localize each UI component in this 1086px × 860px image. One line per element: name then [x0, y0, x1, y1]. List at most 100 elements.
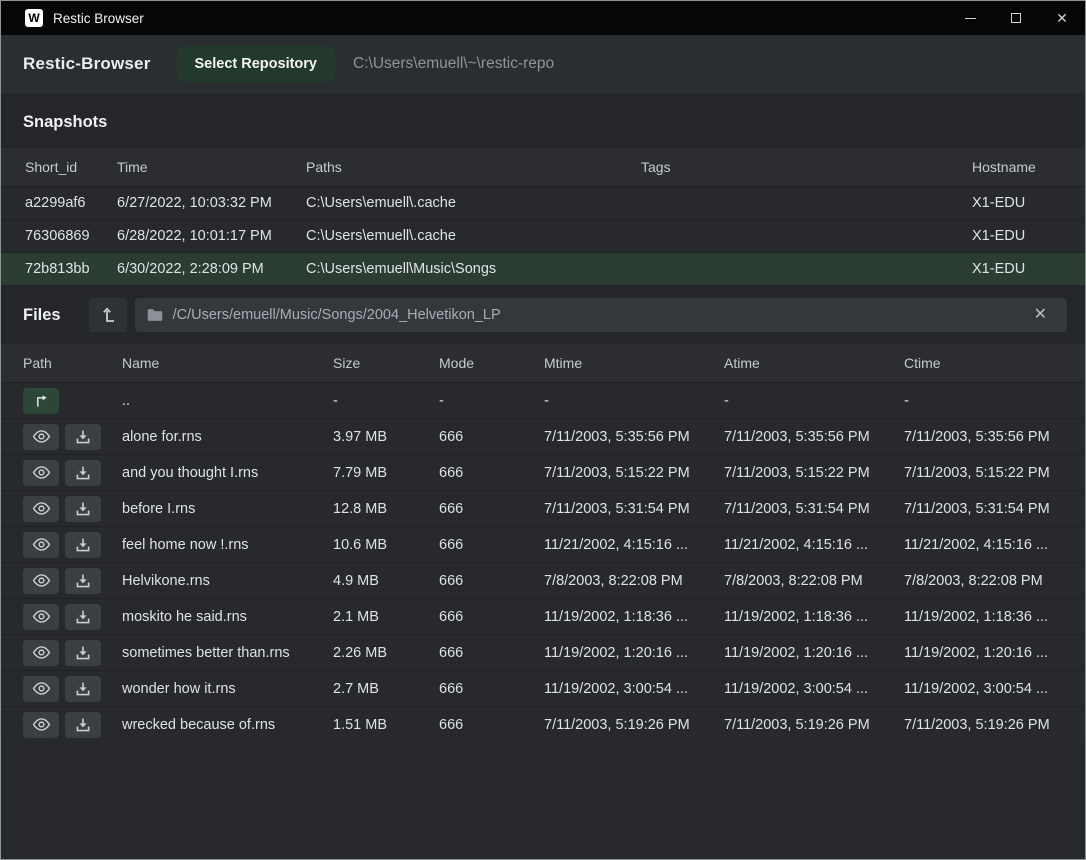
snapshot-time: 6/30/2022, 2:28:09 PM — [117, 261, 306, 277]
download-file-button[interactable] — [65, 424, 101, 450]
file-size: - — [333, 393, 439, 409]
files-col-mtime: Mtime — [544, 355, 724, 371]
snapshot-hostname: X1-EDU — [972, 261, 1085, 277]
close-button[interactable]: ✕ — [1039, 1, 1085, 35]
preview-file-button[interactable] — [23, 496, 59, 522]
file-row[interactable]: Helvikone.rns 4.9 MB 666 7/8/2003, 8:22:… — [1, 562, 1085, 598]
file-size: 10.6 MB — [333, 537, 439, 553]
file-mode: 666 — [439, 501, 544, 517]
go-parent-dir-button[interactable] — [23, 388, 59, 414]
file-mtime: 7/8/2003, 8:22:08 PM — [544, 573, 724, 589]
file-row[interactable]: wonder how it.rns 2.7 MB 666 11/19/2002,… — [1, 670, 1085, 706]
file-mode: 666 — [439, 609, 544, 625]
select-repository-button[interactable]: Select Repository — [177, 46, 336, 82]
file-mtime: 7/11/2003, 5:15:22 PM — [544, 465, 724, 481]
file-atime: 7/11/2003, 5:19:26 PM — [724, 717, 904, 733]
download-file-button[interactable] — [65, 532, 101, 558]
file-name: sometimes better than.rns — [122, 645, 333, 661]
preview-file-button[interactable] — [23, 712, 59, 738]
file-ctime: 11/19/2002, 1:18:36 ... — [904, 609, 1085, 625]
app-logo-icon: W — [25, 9, 43, 27]
download-file-button[interactable] — [65, 568, 101, 594]
file-row[interactable]: wrecked because of.rns 1.51 MB 666 7/11/… — [1, 706, 1085, 742]
download-file-button[interactable] — [65, 640, 101, 666]
file-atime: 11/21/2002, 4:15:16 ... — [724, 537, 904, 553]
clear-path-button[interactable]: ✕ — [1026, 305, 1055, 325]
current-path-text: /C/Users/emuell/Music/Songs/2004_Helveti… — [173, 307, 501, 323]
close-icon: ✕ — [1056, 11, 1068, 25]
file-row[interactable]: and you thought I.rns 7.79 MB 666 7/11/2… — [1, 454, 1085, 490]
preview-file-button[interactable] — [23, 604, 59, 630]
file-ctime: 11/19/2002, 1:20:16 ... — [904, 645, 1085, 661]
file-row-parent[interactable]: .. - - - - - — [1, 382, 1085, 418]
download-icon — [75, 465, 91, 481]
file-row[interactable]: sometimes better than.rns 2.26 MB 666 11… — [1, 634, 1085, 670]
file-row[interactable]: before I.rns 12.8 MB 666 7/11/2003, 5:31… — [1, 490, 1085, 526]
files-col-atime: Atime — [724, 355, 904, 371]
snapshots-col-time: Time — [117, 159, 306, 175]
file-ctime: 7/11/2003, 5:35:56 PM — [904, 429, 1085, 445]
empty-area — [1, 742, 1085, 859]
snapshot-row[interactable]: 76306869 6/28/2022, 10:01:17 PM C:\Users… — [1, 219, 1085, 252]
maximize-button[interactable] — [993, 1, 1039, 35]
file-mode: 666 — [439, 573, 544, 589]
snapshot-row[interactable]: 72b813bb 6/30/2022, 2:28:09 PM C:\Users\… — [1, 252, 1085, 285]
eye-icon — [32, 681, 51, 696]
file-mode: 666 — [439, 681, 544, 697]
file-name: Helvikone.rns — [122, 573, 333, 589]
file-ctime: - — [904, 393, 1085, 409]
window-title: Restic Browser — [53, 11, 144, 26]
file-ctime: 11/19/2002, 3:00:54 ... — [904, 681, 1085, 697]
file-name: wrecked because of.rns — [122, 717, 333, 733]
preview-file-button[interactable] — [23, 568, 59, 594]
preview-file-button[interactable] — [23, 424, 59, 450]
maximize-icon — [1011, 13, 1021, 23]
file-mtime: 7/11/2003, 5:31:54 PM — [544, 501, 724, 517]
preview-file-button[interactable] — [23, 640, 59, 666]
snapshot-paths: C:\Users\emuell\.cache — [306, 195, 641, 211]
download-icon — [75, 609, 91, 625]
current-path-bar[interactable]: /C/Users/emuell/Music/Songs/2004_Helveti… — [135, 298, 1067, 332]
preview-file-button[interactable] — [23, 676, 59, 702]
download-file-button[interactable] — [65, 712, 101, 738]
app-window: W Restic Browser ✕ Restic-Browser Select… — [0, 0, 1086, 860]
file-size: 7.79 MB — [333, 465, 439, 481]
file-row[interactable]: feel home now !.rns 10.6 MB 666 11/21/20… — [1, 526, 1085, 562]
snapshot-hostname: X1-EDU — [972, 228, 1085, 244]
snapshot-short-id: a2299af6 — [25, 195, 117, 211]
snapshots-col-tags: Tags — [641, 159, 972, 175]
download-icon — [75, 537, 91, 553]
file-ctime: 7/11/2003, 5:15:22 PM — [904, 465, 1085, 481]
file-atime: 11/19/2002, 1:18:36 ... — [724, 609, 904, 625]
snapshots-col-paths: Paths — [306, 159, 641, 175]
preview-file-button[interactable] — [23, 532, 59, 558]
up-level-icon — [98, 305, 118, 325]
file-mtime: 11/21/2002, 4:15:16 ... — [544, 537, 724, 553]
snapshot-row[interactable]: a2299af6 6/27/2022, 10:03:32 PM C:\Users… — [1, 186, 1085, 219]
app-name: Restic-Browser — [23, 54, 151, 74]
file-mode: 666 — [439, 429, 544, 445]
minimize-button[interactable] — [947, 1, 993, 35]
file-row[interactable]: alone for.rns 3.97 MB 666 7/11/2003, 5:3… — [1, 418, 1085, 454]
download-file-button[interactable] — [65, 676, 101, 702]
go-to-root-button[interactable] — [89, 298, 127, 332]
file-atime: - — [724, 393, 904, 409]
file-size: 12.8 MB — [333, 501, 439, 517]
file-name: and you thought I.rns — [122, 465, 333, 481]
files-col-name: Name — [122, 355, 333, 371]
preview-file-button[interactable] — [23, 460, 59, 486]
file-ctime: 7/11/2003, 5:31:54 PM — [904, 501, 1085, 517]
files-bar: Files /C/Users/emuell/Music/Songs/2004_H… — [1, 285, 1085, 344]
file-mode: 666 — [439, 465, 544, 481]
snapshot-paths: C:\Users\emuell\Music\Songs — [306, 261, 641, 277]
file-mtime: 11/19/2002, 1:18:36 ... — [544, 609, 724, 625]
download-icon — [75, 717, 91, 733]
eye-icon — [32, 609, 51, 624]
file-size: 2.26 MB — [333, 645, 439, 661]
download-file-button[interactable] — [65, 604, 101, 630]
file-row[interactable]: moskito he said.rns 2.1 MB 666 11/19/200… — [1, 598, 1085, 634]
download-file-button[interactable] — [65, 460, 101, 486]
clear-path-icon: ✕ — [1034, 306, 1047, 323]
download-file-button[interactable] — [65, 496, 101, 522]
snapshots-heading: Snapshots — [23, 113, 1063, 132]
